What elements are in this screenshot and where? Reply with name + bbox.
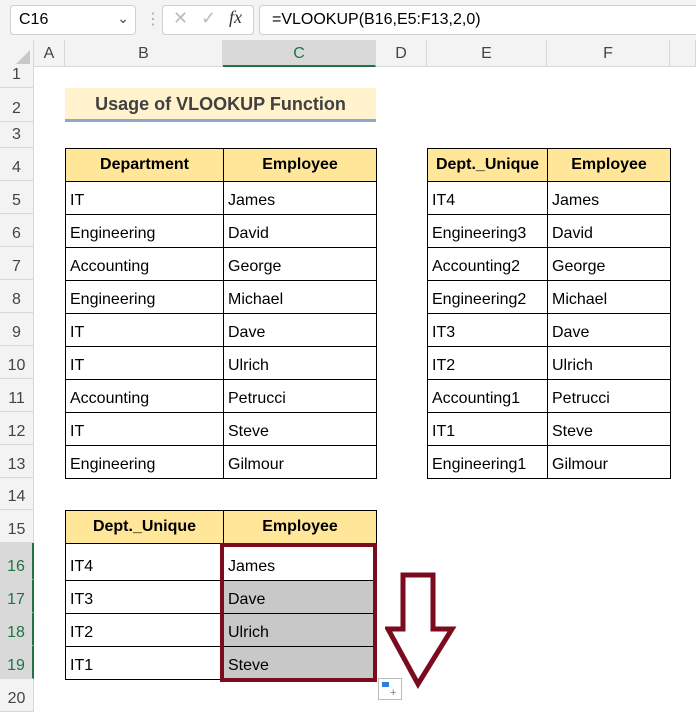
row-header-12[interactable]: 12 bbox=[0, 412, 34, 445]
row-header-6[interactable]: 6 bbox=[0, 214, 34, 247]
row-header-9[interactable]: 9 bbox=[0, 313, 34, 346]
table-cell[interactable]: IT2 bbox=[427, 346, 548, 380]
table-cell[interactable]: IT4 bbox=[427, 181, 548, 215]
down-arrow-icon bbox=[385, 572, 457, 689]
table-cell[interactable]: George bbox=[223, 247, 377, 281]
table-header: Dept._Unique bbox=[427, 148, 548, 182]
column-header-D[interactable]: D bbox=[376, 40, 427, 67]
column-header-F[interactable]: F bbox=[547, 40, 670, 67]
table-cell[interactable]: Accounting bbox=[65, 379, 224, 413]
table-cell[interactable]: Dave bbox=[223, 313, 377, 347]
insert-function-icon[interactable]: fx bbox=[229, 7, 242, 28]
table-cell[interactable]: IT bbox=[65, 181, 224, 215]
autofill-options-icon bbox=[382, 682, 389, 687]
table-cell[interactable]: Gilmour bbox=[223, 445, 377, 479]
table-cell[interactable]: Michael bbox=[223, 280, 377, 314]
table-cell[interactable]: IT2 bbox=[65, 613, 224, 647]
table-cell[interactable]: Ulrich bbox=[223, 346, 377, 380]
row-header-20[interactable]: 20 bbox=[0, 679, 34, 712]
column-header-G[interactable] bbox=[670, 40, 696, 67]
table-cell[interactable]: IT bbox=[65, 313, 224, 347]
autofill-options-button[interactable]: + bbox=[378, 678, 402, 700]
row-header-15[interactable]: 15 bbox=[0, 510, 34, 543]
table-cell[interactable]: Engineering bbox=[65, 214, 224, 248]
table-cell[interactable]: George bbox=[547, 247, 671, 281]
column-header-B[interactable]: B bbox=[65, 40, 223, 67]
table-cell[interactable]: Accounting bbox=[65, 247, 224, 281]
table-cell[interactable]: Dave bbox=[547, 313, 671, 347]
table-cell[interactable]: IT4 bbox=[65, 543, 224, 581]
row-header-13[interactable]: 13 bbox=[0, 445, 34, 478]
table-cell[interactable]: Petrucci bbox=[223, 379, 377, 413]
table-cell[interactable]: IT1 bbox=[65, 646, 224, 680]
table-cell[interactable]: Michael bbox=[547, 280, 671, 314]
select-all-icon bbox=[16, 50, 30, 64]
table-cell[interactable]: Steve bbox=[547, 412, 671, 446]
select-all-button[interactable] bbox=[0, 40, 34, 67]
table-cell[interactable]: Engineering bbox=[65, 445, 224, 479]
table-cell[interactable]: Steve bbox=[223, 412, 377, 446]
table-cell[interactable]: James bbox=[547, 181, 671, 215]
chevron-down-icon[interactable]: ⌄ bbox=[117, 10, 129, 27]
row-header-4[interactable]: 4 bbox=[0, 148, 34, 181]
column-header-A[interactable]: A bbox=[34, 40, 65, 67]
row-header-1[interactable]: 1 bbox=[0, 66, 34, 88]
table-header: Dept._Unique bbox=[65, 510, 224, 544]
row-header-8[interactable]: 8 bbox=[0, 280, 34, 313]
table-header: Employee bbox=[223, 510, 377, 544]
drag-handle-icon[interactable]: ⋮ bbox=[145, 9, 161, 29]
row-header-2[interactable]: 2 bbox=[0, 88, 34, 122]
row-header-18[interactable]: 18 bbox=[0, 613, 34, 646]
row-header-10[interactable]: 10 bbox=[0, 346, 34, 379]
table-cell[interactable]: James bbox=[223, 181, 377, 215]
table-cell[interactable]: IT bbox=[65, 412, 224, 446]
table-cell[interactable]: IT3 bbox=[427, 313, 548, 347]
table-cell[interactable]: Accounting1 bbox=[427, 379, 548, 413]
table-cell[interactable]: David bbox=[223, 214, 377, 248]
formula-buttons: ✕ ✓ fx bbox=[162, 5, 254, 35]
table-cell[interactable]: Engineering3 bbox=[427, 214, 548, 248]
row-header-16[interactable]: 16 bbox=[0, 543, 34, 580]
table-cell[interactable]: IT3 bbox=[65, 580, 224, 614]
formula-input[interactable]: =VLOOKUP(B16,E5:F13,2,0) bbox=[259, 5, 696, 35]
row-header-19[interactable]: 19 bbox=[0, 646, 34, 679]
row-header-17[interactable]: 17 bbox=[0, 580, 34, 613]
row-header-11[interactable]: 11 bbox=[0, 379, 34, 412]
table-header: Employee bbox=[223, 148, 377, 182]
sheet-title: Usage of VLOOKUP Function bbox=[65, 88, 376, 122]
column-header-E[interactable]: E bbox=[427, 40, 547, 67]
row-header-14[interactable]: 14 bbox=[0, 478, 34, 510]
name-box-value: C16 bbox=[19, 11, 49, 28]
table-header: Department bbox=[65, 148, 224, 182]
cancel-icon[interactable]: ✕ bbox=[173, 8, 188, 29]
table-cell[interactable]: Petrucci bbox=[547, 379, 671, 413]
table-cell[interactable]: IT bbox=[65, 346, 224, 380]
table-cell[interactable]: Gilmour bbox=[547, 445, 671, 479]
row-header-5[interactable]: 5 bbox=[0, 181, 34, 214]
row-header-3[interactable]: 3 bbox=[0, 122, 34, 148]
row-header-7[interactable]: 7 bbox=[0, 247, 34, 280]
highlight-box bbox=[220, 543, 377, 682]
table-cell[interactable]: IT1 bbox=[427, 412, 548, 446]
table-cell[interactable]: David bbox=[547, 214, 671, 248]
table-cell[interactable]: Engineering1 bbox=[427, 445, 548, 479]
table-cell[interactable]: Accounting2 bbox=[427, 247, 548, 281]
table-header: Employee bbox=[547, 148, 671, 182]
table-cell[interactable]: Engineering bbox=[65, 280, 224, 314]
table-cell[interactable]: Engineering2 bbox=[427, 280, 548, 314]
name-box[interactable]: C16 ⌄ bbox=[10, 5, 136, 35]
enter-icon[interactable]: ✓ bbox=[201, 8, 216, 29]
column-header-C[interactable]: C bbox=[223, 40, 376, 67]
table-cell[interactable]: Ulrich bbox=[547, 346, 671, 380]
